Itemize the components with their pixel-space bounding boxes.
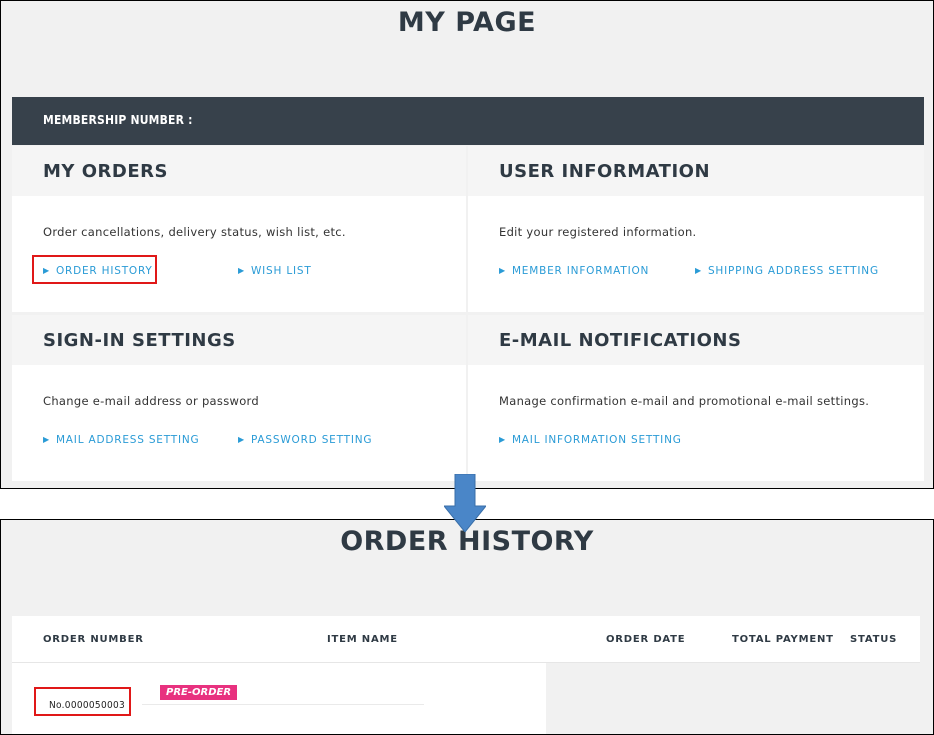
panel-header: MY ORDERS bbox=[12, 146, 466, 196]
triangle-right-icon: ▶ bbox=[238, 266, 245, 275]
my-orders-panel: MY ORDERS Order cancellations, delivery … bbox=[12, 146, 466, 312]
panel-title: E-MAIL NOTIFICATIONS bbox=[499, 330, 742, 351]
panel-header: E-MAIL NOTIFICATIONS bbox=[468, 315, 924, 365]
pre-order-badge: PRE-ORDER bbox=[160, 685, 238, 700]
my-page-screenshot: MY PAGE MEMBERSHIP NUMBER : MY ORDERS Or… bbox=[0, 0, 934, 489]
column-order-number: ORDER NUMBER bbox=[43, 634, 144, 645]
mail-information-setting-link[interactable]: ▶ MAIL INFORMATION SETTING bbox=[499, 434, 682, 446]
mail-address-setting-link[interactable]: ▶ MAIL ADDRESS SETTING bbox=[43, 434, 199, 446]
panel-title: USER INFORMATION bbox=[499, 161, 711, 182]
triangle-right-icon: ▶ bbox=[238, 435, 245, 444]
triangle-right-icon: ▶ bbox=[695, 266, 702, 275]
panel-title: SIGN-IN SETTINGS bbox=[43, 330, 236, 351]
table-header: ORDER NUMBER ITEM NAME ORDER DATE TOTAL … bbox=[12, 616, 920, 663]
order-table: ORDER NUMBER ITEM NAME ORDER DATE TOTAL … bbox=[12, 616, 920, 734]
panel-description: Edit your registered information. bbox=[499, 225, 697, 239]
column-status: STATUS bbox=[850, 634, 898, 645]
panel-header: SIGN-IN SETTINGS bbox=[12, 315, 466, 365]
column-item-name: ITEM NAME bbox=[327, 634, 398, 645]
row-divider bbox=[142, 704, 424, 705]
panel-description: Manage confirmation e-mail and promotion… bbox=[499, 394, 870, 408]
down-arrow-icon bbox=[444, 474, 486, 532]
column-order-date: ORDER DATE bbox=[606, 634, 686, 645]
wish-list-link[interactable]: ▶ WISH LIST bbox=[238, 265, 312, 277]
highlight-box bbox=[32, 255, 157, 284]
user-information-panel: USER INFORMATION Edit your registered in… bbox=[468, 146, 924, 312]
triangle-right-icon: ▶ bbox=[499, 266, 506, 275]
panel-header: USER INFORMATION bbox=[468, 146, 924, 196]
highlight-box bbox=[34, 687, 131, 716]
order-history-screenshot: ORDER HISTORY ORDER NUMBER ITEM NAME ORD… bbox=[0, 519, 934, 735]
membership-bar: MEMBERSHIP NUMBER : bbox=[12, 97, 924, 145]
table-row[interactable]: No.0000050003 PRE-ORDER bbox=[12, 663, 546, 734]
shipping-address-setting-link[interactable]: ▶ SHIPPING ADDRESS SETTING bbox=[695, 265, 879, 277]
member-information-link[interactable]: ▶ MEMBER INFORMATION bbox=[499, 265, 649, 277]
membership-number-label: MEMBERSHIP NUMBER : bbox=[43, 113, 193, 127]
password-setting-link[interactable]: ▶ PASSWORD SETTING bbox=[238, 434, 372, 446]
column-total-payment: TOTAL PAYMENT bbox=[732, 634, 834, 645]
panel-description: Order cancellations, delivery status, wi… bbox=[43, 225, 346, 239]
triangle-right-icon: ▶ bbox=[499, 435, 506, 444]
email-notifications-panel: E-MAIL NOTIFICATIONS Manage confirmation… bbox=[468, 315, 924, 481]
panel-title: MY ORDERS bbox=[43, 161, 168, 182]
panel-description: Change e-mail address or password bbox=[43, 394, 259, 408]
triangle-right-icon: ▶ bbox=[43, 435, 50, 444]
sign-in-settings-panel: SIGN-IN SETTINGS Change e-mail address o… bbox=[12, 315, 466, 481]
page-title: MY PAGE bbox=[397, 7, 537, 38]
